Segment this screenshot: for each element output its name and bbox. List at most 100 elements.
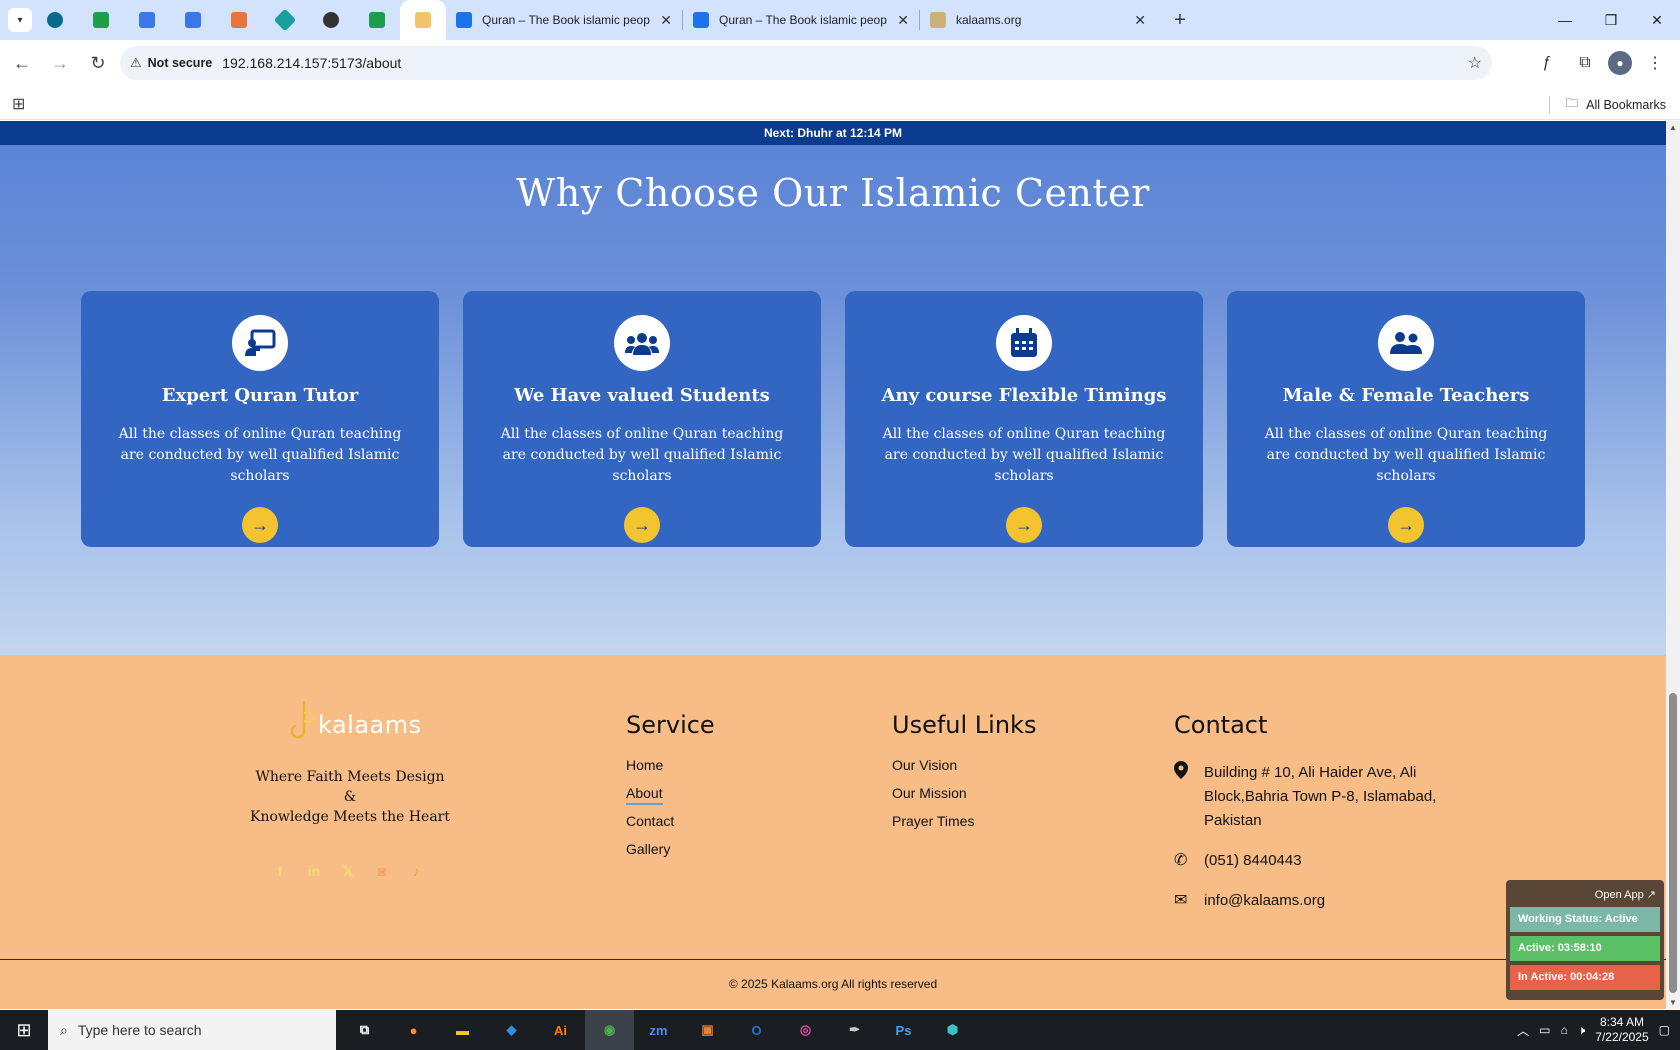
- tab-search-dropdown[interactable]: ▾: [8, 8, 32, 32]
- link-label: Home: [626, 757, 664, 773]
- footer-link-our-mission[interactable]: Our Mission: [892, 785, 1036, 803]
- bookmark-star-icon[interactable]: ☆: [1468, 53, 1482, 73]
- search-placeholder: Type here to search: [77, 1022, 202, 1038]
- minimize-icon[interactable]: —: [1542, 0, 1588, 40]
- profile-avatar[interactable]: ●: [1608, 51, 1632, 75]
- footer-divider: [0, 959, 1666, 960]
- clock-date: 7/22/2025: [1595, 1030, 1649, 1044]
- pinned-tab-5[interactable]: [216, 0, 262, 40]
- footer-link-home[interactable]: Home: [626, 757, 715, 775]
- card-arrow-button[interactable]: →: [624, 507, 660, 543]
- card-arrow-button[interactable]: →: [242, 507, 278, 543]
- xampp-icon[interactable]: ▣: [683, 1010, 732, 1050]
- pinned-tab-2[interactable]: [78, 0, 124, 40]
- footer-logo[interactable]: kalaams: [290, 699, 422, 739]
- chevron-up-icon[interactable]: ︿: [1517, 1022, 1529, 1039]
- pinned-tab-active[interactable]: [400, 0, 446, 40]
- clock[interactable]: 8:34 AM 7/22/2025: [1595, 1015, 1648, 1045]
- network-icon[interactable]: ▭: [1539, 1023, 1550, 1037]
- card-text: All the classes of online Quran teaching…: [882, 426, 1166, 484]
- vscode-icon[interactable]: ◆: [487, 1010, 536, 1050]
- pinned-tab-4[interactable]: [170, 0, 216, 40]
- facebook-icon[interactable]: f: [270, 861, 290, 881]
- security-label[interactable]: Not secure: [148, 56, 213, 70]
- tab-quran-2[interactable]: Quran – The Book islamic peop ✕: [683, 0, 919, 40]
- footer-link-our-vision[interactable]: Our Vision: [892, 757, 1036, 775]
- tab-kalaams[interactable]: kalaams.org ✕: [920, 0, 1156, 40]
- reload-button[interactable]: ↻: [79, 44, 117, 82]
- photoshop-icon[interactable]: Ps: [879, 1010, 928, 1050]
- footer-link-contact[interactable]: Contact: [626, 813, 715, 831]
- wifi-icon[interactable]: ⌂: [1560, 1023, 1567, 1037]
- footer-link-prayer-times[interactable]: Prayer Times: [892, 813, 1036, 831]
- scroll-down-icon[interactable]: ▼: [1669, 998, 1677, 1007]
- linkedin-icon[interactable]: in: [304, 861, 324, 881]
- creative-cloud-icon[interactable]: ◎: [781, 1010, 830, 1050]
- zoom-icon[interactable]: zm: [634, 1010, 683, 1050]
- all-bookmarks[interactable]: 🗀 All Bookmarks: [1548, 94, 1666, 115]
- apps-grid-icon[interactable]: ⊞: [12, 94, 25, 114]
- pinned-tab-8[interactable]: [354, 0, 400, 40]
- file-explorer-icon[interactable]: ▬: [438, 1010, 487, 1050]
- windows-taskbar: ⊞ ⌕ Type here to search ⧉ ● ▬ ◆ Ai ◉ zm …: [0, 1010, 1680, 1050]
- pen-tool-icon[interactable]: ✒: [830, 1010, 879, 1050]
- feature-card: We Have valued Students All the classes …: [463, 291, 821, 547]
- contact-email[interactable]: ✉ info@kalaams.org: [1174, 889, 1474, 913]
- card-title: Male & Female Teachers: [1282, 385, 1530, 406]
- tiktok-icon[interactable]: ♪: [406, 861, 426, 881]
- task-view-icon[interactable]: ⧉: [340, 1010, 389, 1050]
- contact-phone[interactable]: ✆ (051) 8440443: [1174, 849, 1474, 873]
- address-bar[interactable]: ⚠ Not secure 192.168.214.157:5173/about …: [120, 46, 1492, 80]
- close-tab-icon[interactable]: ✕: [1134, 12, 1146, 29]
- service-column: Service Home About Contact Gallery: [626, 711, 715, 869]
- xampp-icon: [231, 12, 247, 28]
- notifications-icon[interactable]: ▢: [1659, 1023, 1670, 1037]
- close-tab-icon[interactable]: ✕: [897, 12, 909, 29]
- new-tab-button[interactable]: +: [1164, 4, 1196, 36]
- hexagon-app-icon[interactable]: ⬢: [928, 1010, 977, 1050]
- puzzle-icon[interactable]: ⧉: [1570, 48, 1600, 78]
- forward-button[interactable]: →: [41, 44, 79, 82]
- pinned-tab-1[interactable]: [32, 0, 78, 40]
- volume-icon[interactable]: 🕨: [1578, 1023, 1586, 1038]
- restore-icon[interactable]: ❐: [1588, 0, 1634, 40]
- contact-address: Building # 10, Ali Haider Ave, Ali Block…: [1174, 761, 1474, 833]
- card-arrow-button[interactable]: →: [1388, 507, 1424, 543]
- browser-toolbar: ← → ↻ ⚠ Not secure 192.168.214.157:5173/…: [0, 40, 1680, 86]
- pinned-tab-7[interactable]: [308, 0, 354, 40]
- openai-icon: [323, 12, 339, 28]
- windows-start-icon[interactable]: ⊞: [0, 1010, 48, 1050]
- inactive-time: In Active: 00:04:28: [1510, 965, 1660, 990]
- search-icon: ⌕: [60, 1021, 68, 1038]
- instagram-icon[interactable]: ◙: [372, 861, 392, 881]
- outlook-icon[interactable]: O: [732, 1010, 781, 1050]
- pinned-tab-3[interactable]: [124, 0, 170, 40]
- clock-time: 8:34 AM: [1599, 1015, 1644, 1029]
- page-scrollbar[interactable]: ▲ ▼: [1666, 121, 1680, 1009]
- extension-icon[interactable]: ƒ: [1532, 48, 1562, 78]
- x-icon[interactable]: 𝕏: [338, 861, 358, 881]
- useful-links-heading: Useful Links: [892, 711, 1037, 739]
- kalaams-logo-mark: [290, 699, 316, 739]
- close-tab-icon[interactable]: ✕: [660, 12, 672, 29]
- address-text: Building # 10, Ali Haider Ave, Ali Block…: [1204, 764, 1437, 829]
- pinned-tab-6[interactable]: [262, 0, 308, 40]
- card-title: Any course Flexible Timings: [881, 385, 1167, 406]
- menu-icon[interactable]: ⋮: [1640, 48, 1670, 78]
- active-time: Active: 03:58:10: [1510, 936, 1660, 961]
- close-window-icon[interactable]: ✕: [1634, 0, 1680, 40]
- scroll-thumb[interactable]: [1669, 693, 1677, 993]
- firefox-icon[interactable]: ●: [389, 1010, 438, 1050]
- taskbar-search[interactable]: ⌕ Type here to search: [48, 1010, 336, 1050]
- tab-quran-1[interactable]: Quran – The Book islamic peop ✕: [446, 0, 682, 40]
- scroll-up-icon[interactable]: ▲: [1669, 123, 1677, 132]
- chrome-icon[interactable]: ◉: [585, 1010, 634, 1050]
- url-text[interactable]: 192.168.214.157:5173/about: [222, 55, 401, 71]
- footer-link-about[interactable]: About: [626, 785, 715, 805]
- card-arrow-button[interactable]: →: [1006, 507, 1042, 543]
- open-app-link[interactable]: Open App ↗: [1510, 884, 1660, 907]
- illustrator-icon[interactable]: Ai: [536, 1010, 585, 1050]
- back-button[interactable]: ←: [3, 44, 41, 82]
- footer-link-gallery[interactable]: Gallery: [626, 841, 715, 859]
- tagline-line-3: Knowledge Meets the Heart: [249, 809, 450, 825]
